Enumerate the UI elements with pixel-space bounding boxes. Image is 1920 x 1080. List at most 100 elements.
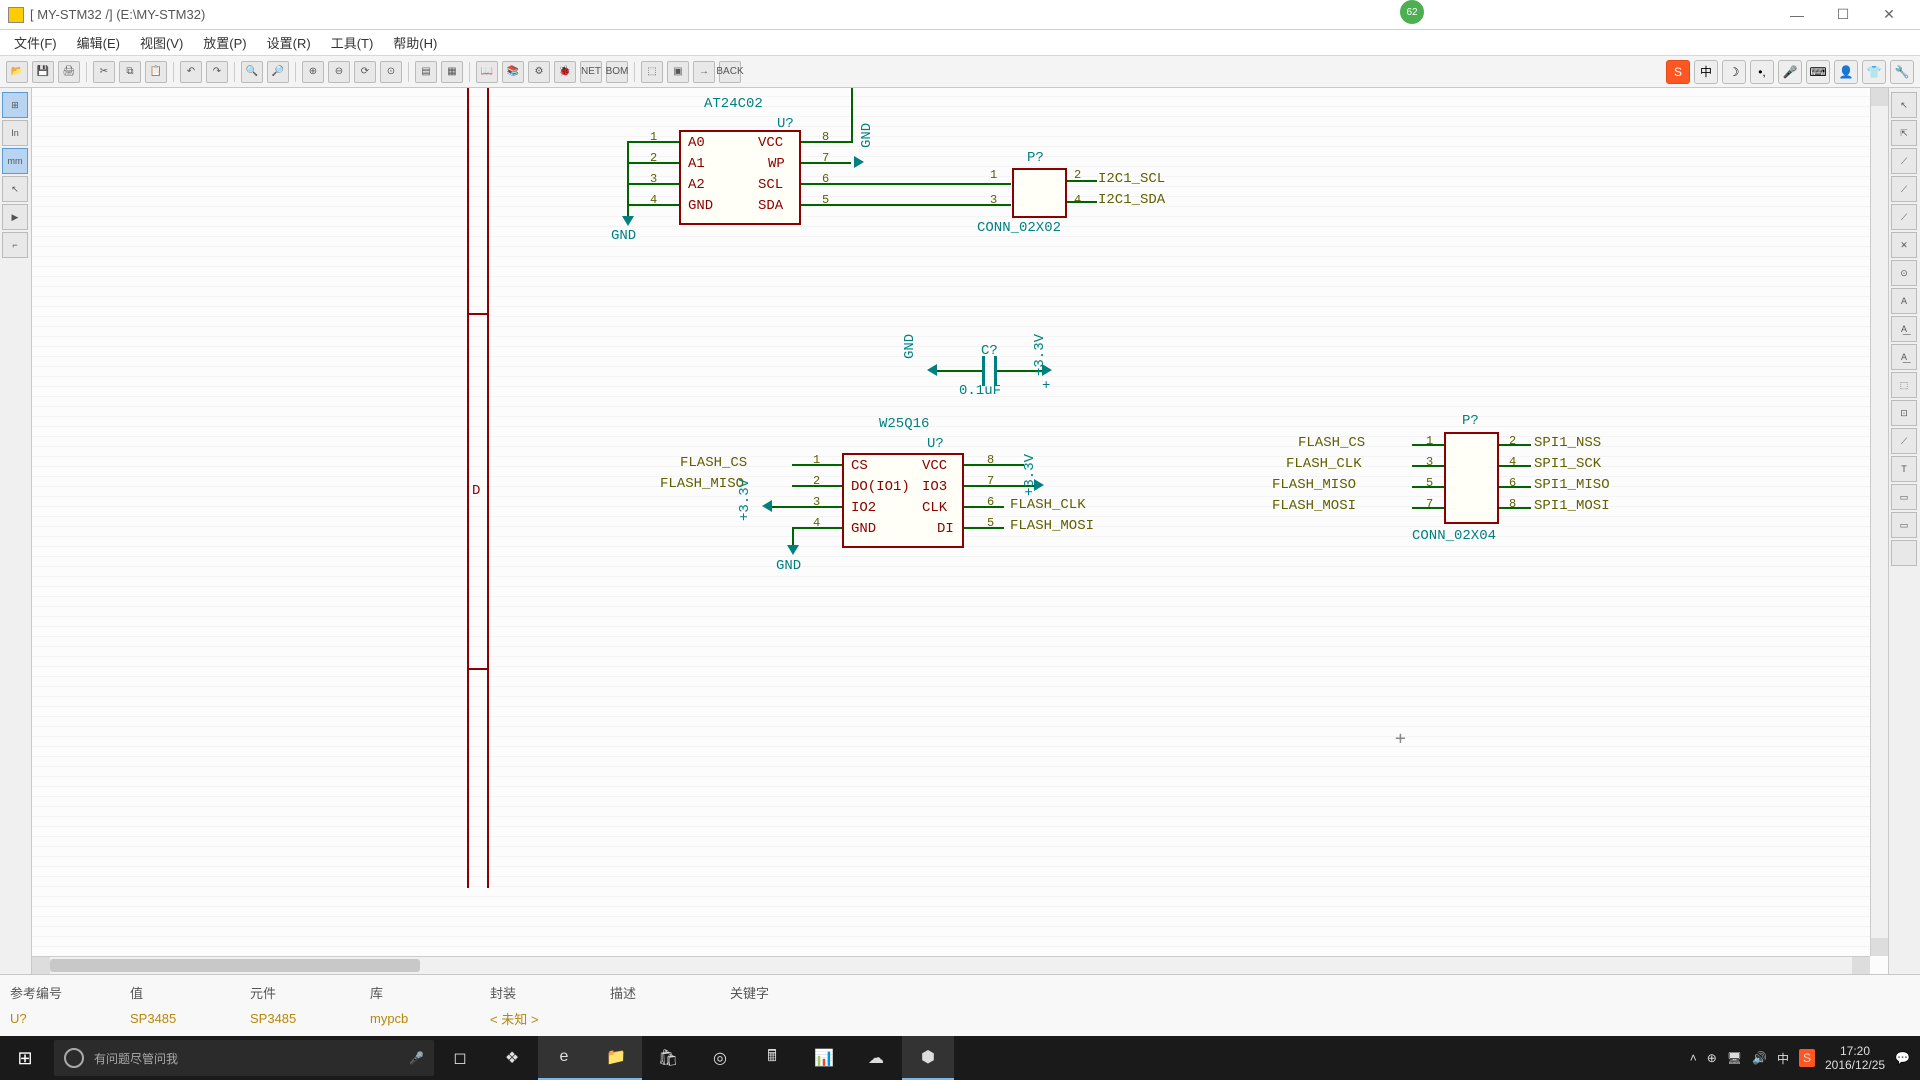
place-netlabel-tool[interactable]: A͟	[1891, 316, 1917, 342]
footprint-icon[interactable]: ⬚	[641, 61, 663, 83]
ime-lang-button[interactable]: 中	[1694, 60, 1718, 84]
pwr-label: +3.3V	[1022, 454, 1038, 496]
cursor-button[interactable]: ↖	[2, 176, 28, 202]
start-button[interactable]: ⊞	[0, 1036, 50, 1080]
menu-view[interactable]: 视图(V)	[132, 31, 191, 54]
tray-sogou-icon[interactable]: S	[1799, 1049, 1815, 1067]
book-icon[interactable]: 📖	[476, 61, 498, 83]
paste-icon[interactable]: 📋	[145, 61, 167, 83]
find-icon[interactable]: 🔍	[241, 61, 263, 83]
ime-skin-icon[interactable]: 👕	[1862, 60, 1886, 84]
place-hierlabel-tool[interactable]: ⬚	[1891, 372, 1917, 398]
open-icon[interactable]: 📂	[6, 61, 28, 83]
tray-monitor-icon[interactable]: 🖥	[1727, 1051, 1742, 1065]
conn2x2-body[interactable]	[1012, 168, 1067, 218]
conn2x4-body[interactable]	[1444, 432, 1499, 524]
ime-moon-icon[interactable]: ☽	[1722, 60, 1746, 84]
tray-ime-button[interactable]: 中	[1777, 1050, 1789, 1067]
tray-network-icon[interactable]: ⊕	[1707, 1051, 1717, 1065]
place-sheet-tool[interactable]: ⊡	[1891, 400, 1917, 426]
place-text-tool[interactable]: ▭	[1891, 484, 1917, 510]
menu-settings[interactable]: 设置(R)	[259, 31, 319, 54]
taskbar-store[interactable]: 🛍	[642, 1036, 694, 1080]
taskbar-app-1[interactable]: ❖	[486, 1036, 538, 1080]
erc-icon[interactable]: 🐞	[554, 61, 576, 83]
print-icon[interactable]: 🖨	[58, 61, 80, 83]
place-junction-tool[interactable]: A	[1891, 288, 1917, 314]
redo-icon[interactable]: ↷	[206, 61, 228, 83]
close-button[interactable]: ✕	[1866, 1, 1912, 29]
cortana-search[interactable]: 有问题尽管问我 🎤	[54, 1040, 434, 1076]
lines-button[interactable]: ⌐	[2, 232, 28, 258]
lib-icon[interactable]: 📚	[502, 61, 524, 83]
save-icon[interactable]: 💾	[32, 61, 54, 83]
sheet-icon[interactable]: ▤	[415, 61, 437, 83]
ime-logo-icon[interactable]: S	[1666, 60, 1690, 84]
ime-keyboard-icon[interactable]: ⌨	[1806, 60, 1830, 84]
select-tool[interactable]: ↖	[1891, 92, 1917, 118]
menu-help[interactable]: 帮助(H)	[385, 31, 445, 54]
back-icon[interactable]: BACK	[719, 61, 741, 83]
unit-in-button[interactable]: In	[2, 120, 28, 146]
menu-place[interactable]: 放置(P)	[195, 31, 254, 54]
taskbar-edge[interactable]: e	[538, 1036, 590, 1080]
highlight-tool[interactable]: ⇱	[1891, 120, 1917, 146]
undo-icon[interactable]: ↶	[180, 61, 202, 83]
annotate-icon[interactable]: ⚙	[528, 61, 550, 83]
zoom-in-icon[interactable]: ⊕	[302, 61, 324, 83]
place-line-tool[interactable]: T	[1891, 456, 1917, 482]
ime-punct-icon[interactable]: •,	[1750, 60, 1774, 84]
tray-volume-icon[interactable]: 🔊	[1752, 1051, 1767, 1065]
taskbar-app-4[interactable]: ☁	[850, 1036, 902, 1080]
tray-clock[interactable]: 17:20 2016/12/25	[1825, 1044, 1885, 1073]
forward-icon[interactable]: →	[693, 61, 715, 83]
place-component-tool[interactable]: ⟋	[1891, 148, 1917, 174]
zoom-fit-icon[interactable]: ⊙	[380, 61, 402, 83]
place-bus-tool[interactable]: ✕	[1891, 232, 1917, 258]
zoom-out-icon[interactable]: ⊖	[328, 61, 350, 83]
frame-label: D	[472, 483, 480, 499]
menu-tools[interactable]: 工具(T)	[323, 31, 382, 54]
horizontal-scrollbar[interactable]	[32, 956, 1870, 974]
tray-notifications-icon[interactable]: 💬	[1895, 1051, 1910, 1065]
hidden-pins-button[interactable]: ▶	[2, 204, 28, 230]
taskbar-kicad[interactable]: ⬢	[902, 1036, 954, 1080]
place-power-tool[interactable]: ⟋	[1891, 176, 1917, 202]
ime-settings-icon[interactable]: 🔧	[1890, 60, 1914, 84]
minimize-button[interactable]: —	[1774, 1, 1820, 29]
place-image-tool[interactable]: ▭	[1891, 512, 1917, 538]
place-wire-tool[interactable]: ⟋	[1891, 204, 1917, 230]
window-title: [ MY-STM32 /] (E:\MY-STM32)	[30, 7, 1774, 22]
vertical-scrollbar[interactable]	[1870, 88, 1888, 956]
mic-icon[interactable]: 🎤	[409, 1051, 424, 1065]
import-sheet-tool[interactable]: ⟋	[1891, 428, 1917, 454]
taskbar-explorer[interactable]: 📁	[590, 1036, 642, 1080]
taskbar-app-3[interactable]: 📊	[798, 1036, 850, 1080]
taskbar-calculator[interactable]: 🖩	[746, 1036, 798, 1080]
grid-button[interactable]: ⊞	[2, 92, 28, 118]
replace-icon[interactable]: 🔎	[267, 61, 289, 83]
bom-icon[interactable]: BOM	[606, 61, 628, 83]
menu-edit[interactable]: 编辑(E)	[69, 31, 128, 54]
ime-user-icon[interactable]: 👤	[1834, 60, 1858, 84]
notification-badge[interactable]: 62	[1400, 0, 1424, 24]
ime-mic-icon[interactable]: 🎤	[1778, 60, 1802, 84]
copy-icon[interactable]: ⧉	[119, 61, 141, 83]
cut-icon[interactable]: ✂	[93, 61, 115, 83]
netlist-icon[interactable]: NET	[580, 61, 602, 83]
task-view-button[interactable]: ◻	[434, 1036, 486, 1080]
place-noconnect-tool[interactable]: ⊙	[1891, 260, 1917, 286]
menu-file[interactable]: 文件(F)	[6, 31, 65, 54]
place-globallabel-tool[interactable]: A͟	[1891, 344, 1917, 370]
maximize-button[interactable]: ☐	[1820, 1, 1866, 29]
schematic-canvas[interactable]: D AT24C02 U? A0 A1 A2 GND VCC WP SCL SDA…	[32, 88, 1888, 974]
val-val: SP3485	[130, 1011, 250, 1026]
pcb-icon[interactable]: ▣	[667, 61, 689, 83]
tray-chevron-icon[interactable]: ˄	[1690, 1051, 1697, 1065]
cap-plus: +	[1042, 378, 1050, 394]
unit-mm-button[interactable]: mm	[2, 148, 28, 174]
layer-icon[interactable]: ▦	[441, 61, 463, 83]
delete-tool[interactable]	[1891, 540, 1917, 566]
refresh-icon[interactable]: ⟳	[354, 61, 376, 83]
taskbar-app-2[interactable]: ◎	[694, 1036, 746, 1080]
